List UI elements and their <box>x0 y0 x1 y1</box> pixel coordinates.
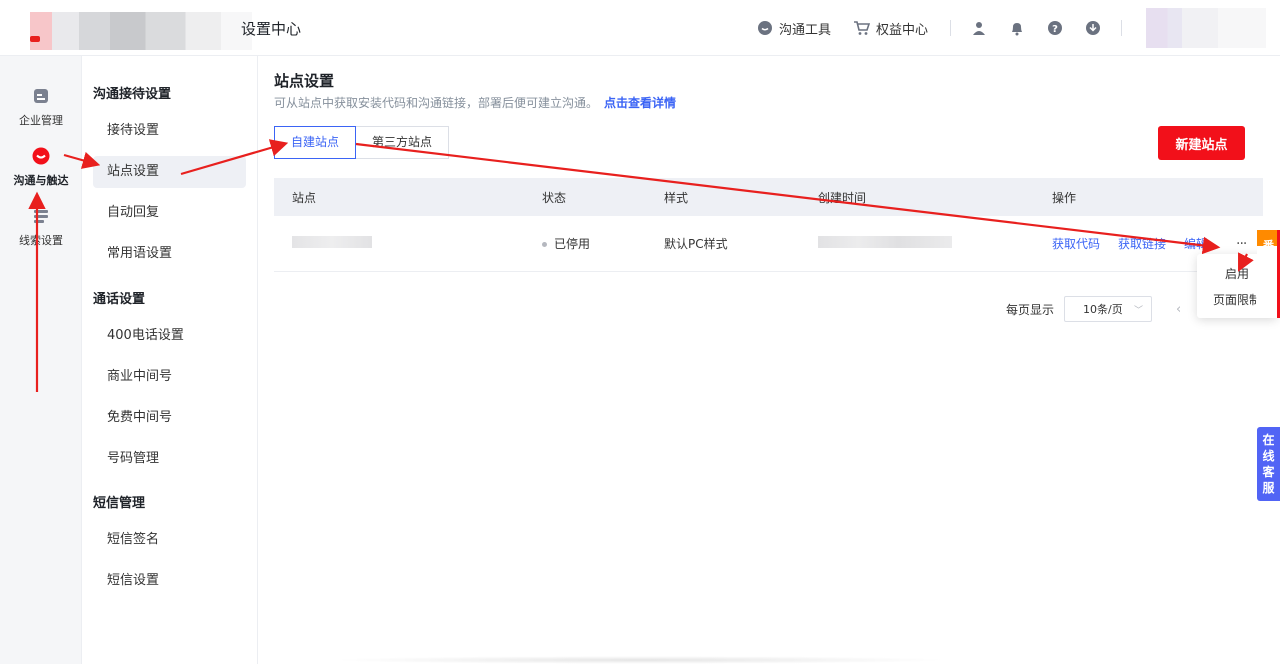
edit-link[interactable]: 编辑 <box>1184 237 1208 251</box>
top-bar: 设置中心 沟通工具 权益中心 ? <box>0 0 1280 56</box>
rail-item-chat-reach[interactable]: 沟通与触达 <box>0 146 82 188</box>
page-size-label: 每页显示 <box>1006 302 1055 317</box>
tab-self-built[interactable]: 自建站点 <box>274 126 357 159</box>
status-cell: 已停用 <box>542 235 590 252</box>
logo-mark <box>30 36 40 42</box>
chat-tools-button[interactable]: 沟通工具 <box>757 19 831 38</box>
style-cell: 默认PC样式 <box>664 237 728 251</box>
rail-item-company[interactable]: 企业管理 <box>0 86 82 128</box>
menu-item-auto-reply[interactable]: 自动回复 <box>93 197 246 229</box>
rail-item-label: 线索设置 <box>19 234 63 247</box>
menu-item-reception[interactable]: 接待设置 <box>93 115 246 147</box>
page-description: 可从站点中获取安装代码和沟通链接，部署后便可建立沟通。 点击查看详情 <box>274 94 676 111</box>
menu-item-sms-signature[interactable]: 短信签名 <box>93 524 246 556</box>
column-header: 创建时间 <box>818 190 867 205</box>
more-actions-button[interactable]: ··· <box>1236 236 1247 252</box>
site-name-redacted <box>292 236 372 251</box>
side-promo-tab[interactable]: 番 <box>1257 230 1280 318</box>
menu-item-phrases[interactable]: 常用语设置 <box>93 238 246 270</box>
online-service-button[interactable]: 在线客服 <box>1257 427 1280 501</box>
get-code-link[interactable]: 获取代码 <box>1052 237 1100 251</box>
menu-item-400-phone[interactable]: 400电话设置 <box>93 320 246 352</box>
site-tabs: 自建站点 第三方站点 <box>274 126 450 159</box>
benefits-center-button[interactable]: 权益中心 <box>853 19 928 38</box>
chevron-down-icon: ﹀ <box>1134 306 1144 316</box>
download-icon[interactable] <box>1083 18 1103 38</box>
tab-third-party[interactable]: 第三方站点 <box>356 126 450 159</box>
created-time-redacted <box>818 236 952 251</box>
menu-item-number-management[interactable]: 号码管理 <box>93 443 246 475</box>
top-right-tools: 沟通工具 权益中心 ? <box>757 0 1280 56</box>
sub-menu: 沟通接待设置 接待设置 站点设置 自动回复 常用语设置 通话设置 400电话设置… <box>82 56 258 664</box>
page-title: 站点设置 <box>274 72 335 90</box>
menu-item-site-settings[interactable]: 站点设置 <box>93 156 246 188</box>
prev-page-button[interactable]: ‹ <box>1176 302 1181 317</box>
rail-item-label: 沟通与触达 <box>13 174 69 187</box>
page-size-value: 10条/页 <box>1083 303 1123 316</box>
table-header: 站点 状态 样式 创建时间 操作 <box>274 178 1263 216</box>
new-site-button[interactable]: 新建站点 <box>1158 126 1245 160</box>
avatar[interactable] <box>1146 8 1266 48</box>
menu-item-business-number[interactable]: 商业中间号 <box>93 361 246 393</box>
menu-group-title: 短信管理 <box>93 496 146 511</box>
logo <box>30 12 252 50</box>
menu-group-title: 通话设置 <box>93 292 146 307</box>
user-icon[interactable] <box>969 18 989 38</box>
get-link-link[interactable]: 获取链接 <box>1118 237 1166 251</box>
side-promo-label: 番 <box>1263 239 1274 252</box>
svg-text:?: ? <box>1052 24 1058 35</box>
divider <box>950 20 951 36</box>
status-dot <box>542 242 547 247</box>
pagination: 每页显示 10条/页 ﹀ ‹ <box>1006 296 1181 322</box>
rail-item-label: 企业管理 <box>19 114 63 127</box>
page-size-select[interactable]: 10条/页 ﹀ <box>1064 296 1153 322</box>
main-content: 站点设置 可从站点中获取安装代码和沟通链接，部署后便可建立沟通。 点击查看详情 自… <box>258 56 1280 664</box>
bell-icon[interactable] <box>1007 18 1027 38</box>
left-rail: 企业管理 沟通与触达 线索设置 <box>0 56 82 664</box>
page-header-title: 设置中心 <box>241 20 302 38</box>
benefits-center-label: 权益中心 <box>875 22 928 38</box>
actions-cell: 获取代码 获取链接 编辑 <box>1052 235 1226 252</box>
building-icon <box>31 86 51 106</box>
details-link[interactable]: 点击查看详情 <box>604 96 676 110</box>
menu-item-sms-settings[interactable]: 短信设置 <box>93 565 246 597</box>
bottom-shadow <box>330 656 950 664</box>
menu-item-free-number[interactable]: 免费中间号 <box>93 402 246 434</box>
sites-table: 站点 状态 样式 创建时间 操作 已停用 默认PC样式 获取代码 获取链接 编辑 ·… <box>274 178 1263 272</box>
column-header: 状态 <box>542 190 567 205</box>
divider <box>1121 20 1122 36</box>
table-row: 已停用 默认PC样式 获取代码 获取链接 编辑 ··· <box>274 216 1263 272</box>
description-text: 可从站点中获取安装代码和沟通链接，部署后便可建立沟通。 <box>274 96 599 110</box>
column-header: 站点 <box>292 190 317 205</box>
rail-item-leads[interactable]: 线索设置 <box>0 206 82 248</box>
column-header: 样式 <box>664 190 689 205</box>
chat-tools-label: 沟通工具 <box>778 22 831 38</box>
menu-group-title: 沟通接待设置 <box>93 87 172 102</box>
column-header: 操作 <box>1052 190 1077 205</box>
cart-icon <box>853 20 870 36</box>
status-text: 已停用 <box>554 237 591 251</box>
help-icon[interactable]: ? <box>1045 18 1065 38</box>
list-icon <box>31 206 51 226</box>
chat-bubble-icon <box>757 20 773 36</box>
chat-reach-icon <box>31 146 51 166</box>
